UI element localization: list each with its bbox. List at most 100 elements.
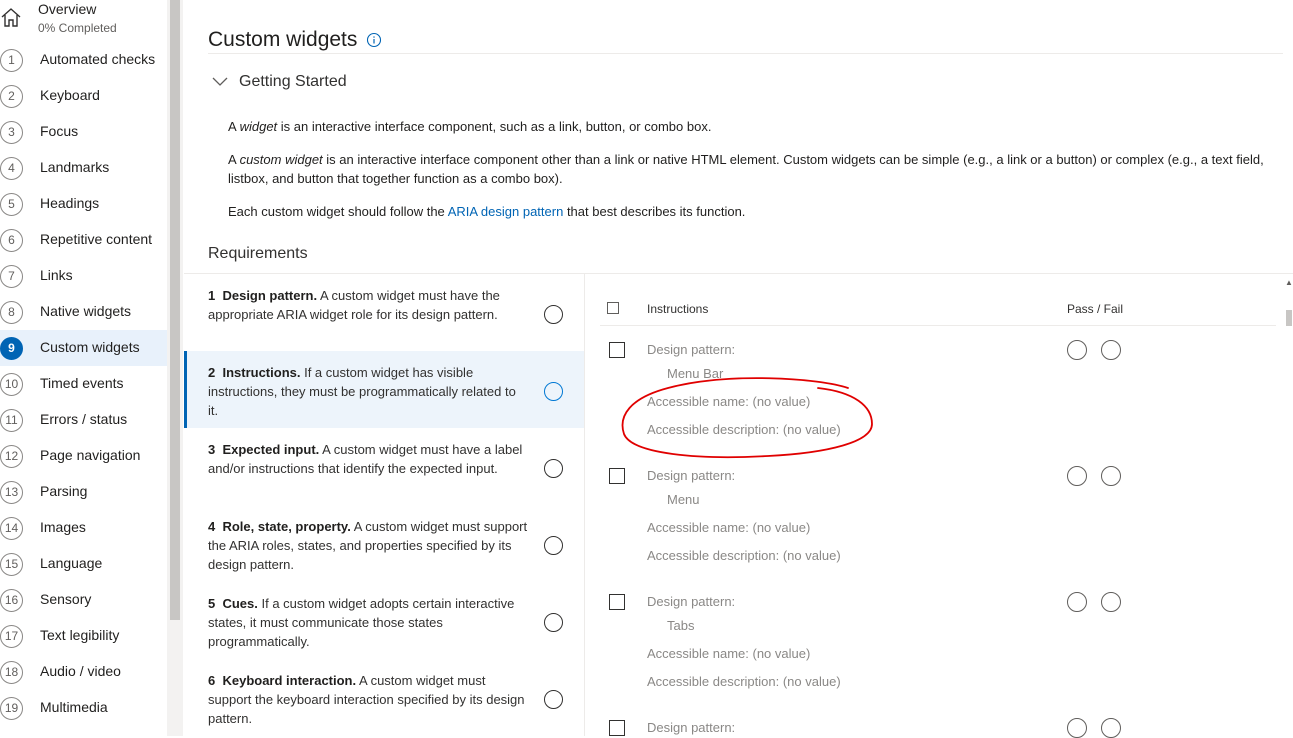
- requirement-text: 2 Instructions. If a custom widget has v…: [208, 363, 528, 420]
- requirement-item[interactable]: 6 Keyboard interaction. A custom widget …: [184, 659, 584, 736]
- scroll-up-icon[interactable]: ▲: [1285, 278, 1293, 287]
- design-pattern-value: Menu: [667, 492, 700, 507]
- sidebar-item-custom-widgets[interactable]: 9 Custom widgets: [0, 330, 167, 366]
- step-number: 18: [0, 661, 23, 684]
- sidebar-item-label: Audio / video: [40, 663, 121, 679]
- sidebar-item-focus[interactable]: 3 Focus: [0, 114, 167, 150]
- sidebar-item-page-navigation[interactable]: 12 Page navigation: [0, 438, 167, 474]
- pass-radio[interactable]: [1067, 340, 1087, 360]
- requirement-item[interactable]: 2 Instructions. If a custom widget has v…: [184, 351, 584, 428]
- header-divider: [600, 325, 1276, 326]
- step-number: 10: [0, 373, 23, 396]
- sidebar-item-repetitive-content[interactable]: 6 Repetitive content: [0, 222, 167, 258]
- sidebar-item-sensory[interactable]: 16 Sensory: [0, 582, 167, 618]
- nav-overview[interactable]: Overview 0% Completed: [0, 0, 167, 40]
- pass-radio[interactable]: [1067, 592, 1087, 612]
- step-number: 16: [0, 589, 23, 612]
- sidebar-item-multimedia[interactable]: 19 Multimedia: [0, 690, 167, 726]
- sidebar-item-label: Keyboard: [40, 87, 100, 103]
- requirement-item[interactable]: 4 Role, state, property. A custom widget…: [184, 505, 584, 582]
- pass-radio[interactable]: [1067, 718, 1087, 738]
- requirement-number: 6: [208, 673, 216, 688]
- requirement-number: 5: [208, 596, 216, 611]
- sidebar-item-errors-status[interactable]: 11 Errors / status: [0, 402, 167, 438]
- sidebar-item-label: Language: [40, 555, 103, 571]
- requirement-text: 1 Design pattern. A custom widget must h…: [208, 286, 528, 324]
- term-custom-widget: custom widget: [239, 152, 323, 167]
- fail-radio[interactable]: [1101, 466, 1121, 486]
- step-number: 2: [0, 85, 23, 108]
- requirements-list: 1 Design pattern. A custom widget must h…: [184, 274, 584, 736]
- instance-checkbox[interactable]: [609, 720, 625, 736]
- overview-progress: 0% Completed: [38, 21, 117, 35]
- instance-checkbox[interactable]: [609, 594, 625, 610]
- sidebar-item-label: Automated checks: [40, 51, 156, 67]
- pass-radio[interactable]: [1067, 466, 1087, 486]
- instance-checkbox[interactable]: [609, 468, 625, 484]
- select-all-checkbox[interactable]: [607, 302, 619, 314]
- sidebar-item-automated-checks[interactable]: 1 Automated checks: [0, 42, 167, 78]
- custom-widget-definition: A custom widget is an interactive interf…: [228, 150, 1288, 188]
- text: is an interactive interface component, s…: [277, 119, 712, 134]
- step-number: 4: [0, 157, 23, 180]
- requirement-name: Cues.: [222, 596, 258, 611]
- sidebar-item-language[interactable]: 15 Language: [0, 546, 167, 582]
- text: that best describes its function.: [563, 204, 746, 219]
- step-number: 1: [0, 49, 23, 72]
- step-number: 12: [0, 445, 23, 468]
- text: is an interactive interface component ot…: [228, 152, 1264, 186]
- sidebar-item-parsing[interactable]: 13 Parsing: [0, 474, 167, 510]
- instance-checkbox[interactable]: [609, 342, 625, 358]
- design-pattern-label: Design pattern:: [647, 342, 736, 357]
- main-scrollbar[interactable]: [1283, 274, 1293, 736]
- sidebar-item-label: Page navigation: [40, 447, 141, 463]
- fail-radio[interactable]: [1101, 592, 1121, 612]
- requirement-text: 5 Cues. If a custom widget adopts certai…: [208, 594, 528, 651]
- fail-radio[interactable]: [1101, 340, 1121, 360]
- sidebar-item-landmarks[interactable]: 4 Landmarks: [0, 150, 167, 186]
- sidebar-item-images[interactable]: 14 Images: [0, 510, 167, 546]
- design-pattern-label: Design pattern:: [647, 468, 736, 483]
- accessible-name: Accessible name: (no value): [647, 520, 811, 535]
- design-pattern-label: Design pattern:: [647, 720, 736, 735]
- requirement-item[interactable]: 1 Design pattern. A custom widget must h…: [184, 274, 584, 351]
- sidebar-item-keyboard[interactable]: 2 Keyboard: [0, 78, 167, 114]
- sidebar-item-label: Errors / status: [40, 411, 128, 427]
- requirement-text: 4 Role, state, property. A custom widget…: [208, 517, 528, 574]
- requirement-status-icon: [544, 305, 563, 324]
- sidebar-item-native-widgets[interactable]: 8 Native widgets: [0, 294, 167, 330]
- requirement-item[interactable]: 5 Cues. If a custom widget adopts certai…: [184, 582, 584, 659]
- requirement-item[interactable]: 3 Expected input. A custom widget must h…: [184, 428, 584, 505]
- text: A: [228, 152, 240, 167]
- sidebar-item-links[interactable]: 7 Links: [0, 258, 167, 294]
- step-number: 11: [0, 409, 23, 432]
- sidebar-item-label: Parsing: [40, 483, 88, 499]
- requirement-text: 6 Keyboard interaction. A custom widget …: [208, 671, 528, 728]
- design-pattern-guidance: Each custom widget should follow the ARI…: [228, 202, 1288, 221]
- step-number: 14: [0, 517, 23, 540]
- requirement-name: Expected input.: [222, 442, 320, 457]
- sidebar-item-label: Images: [40, 519, 86, 535]
- sidebar-item-headings[interactable]: 5 Headings: [0, 186, 167, 222]
- aria-design-pattern-link[interactable]: ARIA design pattern: [448, 204, 564, 219]
- info-icon[interactable]: [366, 32, 382, 48]
- sidebar-item-label: Timed events: [40, 375, 124, 391]
- red-annotation-circle: [621, 377, 873, 459]
- requirement-status-icon: [544, 382, 563, 401]
- sidebar-item-timed-events[interactable]: 10 Timed events: [0, 366, 167, 402]
- getting-started-toggle[interactable]: Getting Started: [239, 73, 347, 91]
- step-number: 15: [0, 553, 23, 576]
- chevron-down-icon[interactable]: [212, 76, 228, 88]
- main-scrollbar-thumb[interactable]: [1286, 310, 1292, 326]
- fail-radio[interactable]: [1101, 718, 1121, 738]
- widget-definition: A widget is an interactive interface com…: [228, 117, 1288, 136]
- accessible-name: Accessible name: (no value): [647, 646, 811, 661]
- requirement-name: Design pattern.: [222, 288, 318, 303]
- nav-scrollbar-thumb[interactable]: [170, 0, 180, 620]
- sidebar-item-text-legibility[interactable]: 17 Text legibility: [0, 618, 167, 654]
- left-nav: Overview 0% Completed 1 Automated checks 2…: [0, 0, 167, 736]
- step-number: 7: [0, 265, 23, 288]
- sidebar-item-audio-video[interactable]: 18 Audio / video: [0, 654, 167, 690]
- design-pattern-label: Design pattern:: [647, 594, 736, 609]
- sidebar-item-label: Landmarks: [40, 159, 110, 175]
